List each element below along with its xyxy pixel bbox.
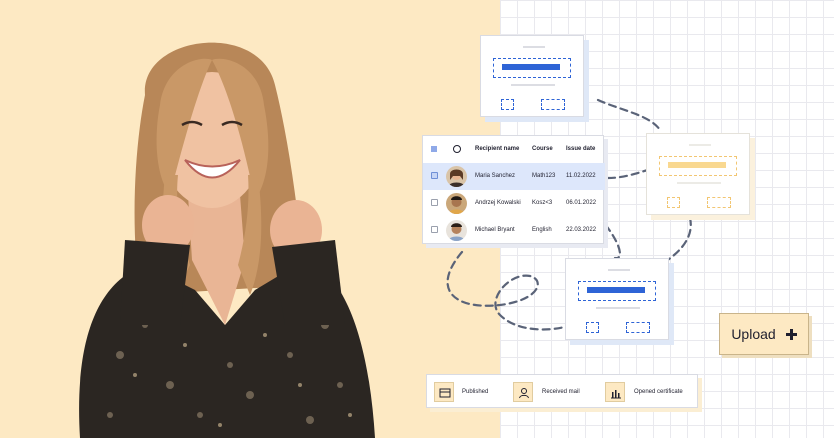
- issue-date: 11.02.2022: [566, 173, 596, 179]
- legend-opened-certificate: Opened certificate: [634, 389, 683, 395]
- issue-date: 22.03.2022: [566, 227, 597, 233]
- table-row[interactable]: Maria Sanchez Math123 11.02.2022: [423, 163, 605, 190]
- qr-code-icon: [501, 99, 514, 110]
- user-icon: [453, 145, 461, 153]
- user-icon: [513, 382, 533, 402]
- certificate-card-bottom: [565, 258, 669, 340]
- plus-icon: [785, 328, 797, 340]
- smiling-woman-photo: [79, 42, 375, 438]
- recipient-name: Michael Bryant: [475, 227, 515, 233]
- legend-received-mail: Received mail: [542, 389, 580, 395]
- recipient-name: Maria Sanchez: [475, 173, 516, 179]
- certificate-card-faded: [646, 133, 750, 215]
- select-all-checkbox[interactable]: [431, 146, 437, 152]
- certificate-icon: [434, 382, 454, 402]
- bar-chart-icon: [605, 382, 625, 402]
- header-recipient-name: Recipient name: [475, 146, 520, 152]
- course: English: [532, 227, 552, 233]
- avatar: [446, 166, 467, 187]
- recipient-name: Andrzej Kowalski: [475, 200, 521, 206]
- certificate-card-top: [480, 35, 584, 117]
- signature-icon: [541, 99, 565, 110]
- header-course: Course: [532, 146, 553, 152]
- row-checkbox[interactable]: [431, 226, 438, 233]
- signature-icon: [626, 322, 650, 333]
- recipient-table: Recipient name Course Issue date Maria S…: [422, 135, 605, 244]
- header-issue-date: Issue date: [566, 146, 596, 152]
- upload-label: Upload: [731, 326, 776, 342]
- signature-icon: [707, 197, 731, 208]
- course: Math123: [532, 173, 556, 179]
- row-checkbox[interactable]: [431, 172, 438, 179]
- legend-published: Published: [462, 389, 489, 395]
- issue-date: 06.01.2022: [566, 200, 597, 206]
- avatar: [446, 193, 467, 214]
- qr-code-icon: [586, 322, 599, 333]
- row-checkbox[interactable]: [431, 199, 438, 206]
- table-row[interactable]: Michael Bryant English 22.03.2022: [423, 217, 605, 244]
- table-row[interactable]: Andrzej Kowalski Kosz<3 06.01.2022: [423, 190, 605, 217]
- status-legend: Published Received mail Opened certifica…: [426, 374, 698, 408]
- course: Kosz<3: [532, 200, 553, 206]
- table-header: Recipient name Course Issue date: [423, 136, 605, 163]
- avatar: [446, 220, 467, 241]
- upload-button[interactable]: Upload: [719, 313, 809, 355]
- qr-code-icon: [667, 197, 680, 208]
